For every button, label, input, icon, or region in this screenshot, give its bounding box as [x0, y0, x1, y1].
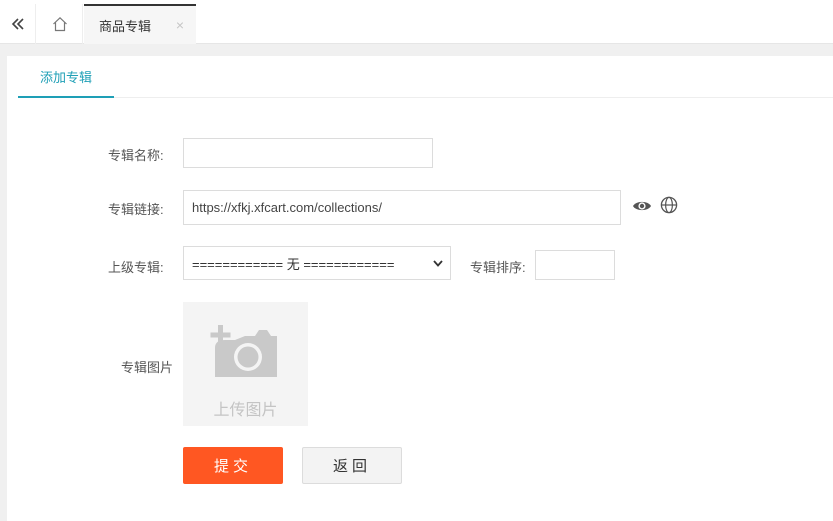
- image-upload-area[interactable]: 上传图片: [183, 302, 308, 426]
- sort-label: 专辑排序:: [470, 260, 526, 275]
- chevron-down-icon: [433, 260, 443, 267]
- image-label: 专辑图片: [121, 360, 174, 375]
- submit-button[interactable]: 提交: [183, 447, 283, 484]
- eye-icon: [633, 201, 651, 211]
- home-tab[interactable]: [37, 4, 83, 44]
- subtab-bar: 添加专辑: [18, 56, 833, 98]
- link-label: 专辑链接:: [108, 202, 164, 217]
- name-label: 专辑名称:: [108, 148, 164, 163]
- parent-label: 上级专辑:: [108, 260, 164, 275]
- parent-select[interactable]: ============ 无 ============: [183, 246, 451, 280]
- home-icon: [52, 16, 67, 32]
- collapse-sidebar-button[interactable]: [0, 4, 36, 44]
- tab-add-collection[interactable]: 添加专辑: [18, 56, 114, 98]
- double-chevron-left-icon: [11, 18, 24, 30]
- globe-icon: [660, 196, 678, 214]
- link-input[interactable]: [183, 190, 621, 225]
- preview-button[interactable]: [631, 196, 653, 216]
- name-input[interactable]: [183, 138, 433, 168]
- add-camera-icon: [210, 325, 277, 377]
- content-card: 添加专辑 专辑名称: 专辑链接: 上级专辑: ============ 无 ==…: [7, 56, 833, 521]
- parent-select-value: ============ 无 ============: [192, 256, 395, 272]
- upload-text: 上传图片: [213, 402, 278, 419]
- tab-label: 商品专辑: [99, 18, 152, 34]
- top-tab-bar: 商品专辑 ×: [0, 0, 833, 44]
- open-link-button[interactable]: [658, 195, 680, 215]
- sort-input[interactable]: [535, 250, 615, 280]
- tab-product-collections[interactable]: 商品专辑 ×: [84, 4, 196, 44]
- back-button[interactable]: 返回: [302, 447, 402, 484]
- close-icon[interactable]: ×: [176, 17, 184, 33]
